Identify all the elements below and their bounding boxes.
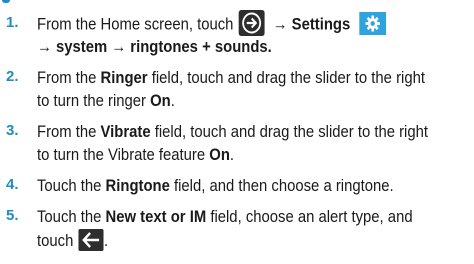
step-number: 1. <box>6 14 19 31</box>
arrow-glyph: → <box>37 38 52 56</box>
step-text: to turn the ringer <box>37 92 151 110</box>
step-5-line-1: Touch the New text or IM field, choose a… <box>37 207 413 227</box>
step-text: field, and then choose a ringtone. <box>169 177 394 195</box>
step-4-line-1: Touch the Ringtone field, and then choos… <box>37 176 394 196</box>
step-3-line-1: From the Vibrate field, touch and drag t… <box>37 122 428 142</box>
settings-label: Settings <box>291 15 351 34</box>
ringtones-label: ringtones + sounds <box>130 38 268 56</box>
gear-icon <box>359 11 387 35</box>
state-label: On <box>150 92 171 110</box>
state-label: On <box>209 146 230 164</box>
step-number: 2. <box>6 68 19 85</box>
step-2-line-1: From the Ringer field, touch and drag th… <box>37 68 425 88</box>
step-text: Touch the <box>37 177 106 195</box>
step-number: 4. <box>6 176 19 193</box>
step-2-line-2: to turn the ringer On. <box>37 91 175 111</box>
step-text: to turn the Vibrate feature <box>37 146 210 164</box>
step-text: field, choose an alert type, and <box>206 208 413 226</box>
step-number: 3. <box>6 122 19 139</box>
step-3-line-2: to turn the Vibrate feature On. <box>37 145 234 165</box>
step-text: field, touch and drag the slider to the … <box>150 123 429 141</box>
circle-arrow-right-icon <box>238 10 265 36</box>
step-number: 5. <box>6 207 19 224</box>
step-text: From the Home screen, touch <box>37 15 234 34</box>
step-5-line-2: touch . <box>37 228 109 251</box>
arrow-glyph: → <box>111 38 127 56</box>
period: . <box>267 38 272 56</box>
step-1-line-1: From the Home screen, touch → Settings <box>37 10 387 36</box>
period: . <box>103 232 109 250</box>
section-marker <box>2 0 10 3</box>
field-name: Ringer <box>100 69 148 87</box>
back-arrow-icon <box>78 228 104 251</box>
field-name: Ringtone <box>105 177 170 195</box>
period: . <box>229 146 235 164</box>
period: . <box>170 92 175 110</box>
step-1-line-2: → system → ringtones + sounds. <box>37 37 272 57</box>
arrow-glyph: → <box>272 15 288 34</box>
field-name: Vibrate <box>100 123 151 141</box>
step-text: touch <box>37 232 74 250</box>
system-label: system <box>55 38 108 56</box>
step-text: From the <box>37 69 101 87</box>
field-name: New text or IM <box>105 208 207 226</box>
step-text: From the <box>37 123 101 141</box>
instruction-page: 1. From the Home screen, touch → Setting… <box>0 0 474 264</box>
step-text: field, touch and drag the slider to the … <box>147 69 425 87</box>
step-text: Touch the <box>37 208 106 226</box>
